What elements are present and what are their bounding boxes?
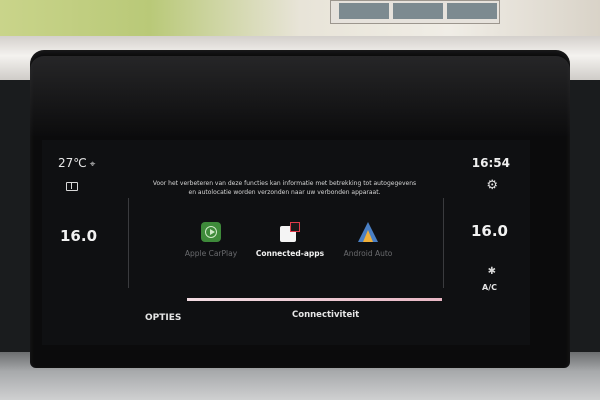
app-android-auto[interactable]: Android Auto: [323, 222, 413, 258]
right-divider: [443, 198, 444, 288]
ac-button[interactable]: A/C: [482, 283, 497, 292]
background-window: [330, 0, 500, 24]
fan-icon[interactable]: ✱: [488, 266, 496, 277]
left-divider: [128, 198, 129, 288]
window-pane: [447, 3, 497, 19]
left-temperature[interactable]: 16.0: [60, 227, 97, 245]
gear-icon[interactable]: ⚙: [486, 178, 498, 193]
app-label: Android Auto: [343, 249, 393, 258]
glass-reflection: [30, 56, 570, 136]
left-climate-panel: 27℃ ⌖ 16.0: [42, 140, 127, 345]
window-pane: [339, 3, 389, 19]
app-label: Apple CarPlay: [184, 249, 238, 258]
infotainment-screen: 27℃ ⌖ 16.0 Voor het verbeteren van deze f…: [42, 140, 530, 345]
right-climate-panel: 16:54 ⚙ 16.0 ✱ A/C: [445, 140, 530, 345]
location-pin-icon[interactable]: ⌖: [90, 159, 96, 170]
connected-apps-icon: [280, 222, 300, 242]
android-auto-icon: [358, 222, 378, 242]
app-apple-carplay[interactable]: Apple CarPlay: [166, 222, 256, 258]
info-message: Voor het verbeteren van deze functies ka…: [152, 180, 417, 196]
carplay-icon: [201, 222, 221, 242]
progress-fill: [187, 298, 442, 301]
clock: 16:54: [471, 156, 510, 170]
app-connected-apps[interactable]: Connected-apps: [245, 222, 335, 258]
options-button[interactable]: OPTIES: [145, 313, 181, 323]
window-pane: [393, 3, 443, 19]
outside-temp-value: 27℃: [58, 156, 87, 170]
right-temperature[interactable]: 16.0: [471, 222, 508, 240]
outside-temperature: 27℃ ⌖: [58, 156, 95, 170]
progress-bar: [187, 298, 442, 301]
app-label: Connected-apps: [255, 249, 325, 258]
book-icon[interactable]: [66, 182, 78, 191]
section-title: Connectiviteit: [292, 310, 360, 320]
